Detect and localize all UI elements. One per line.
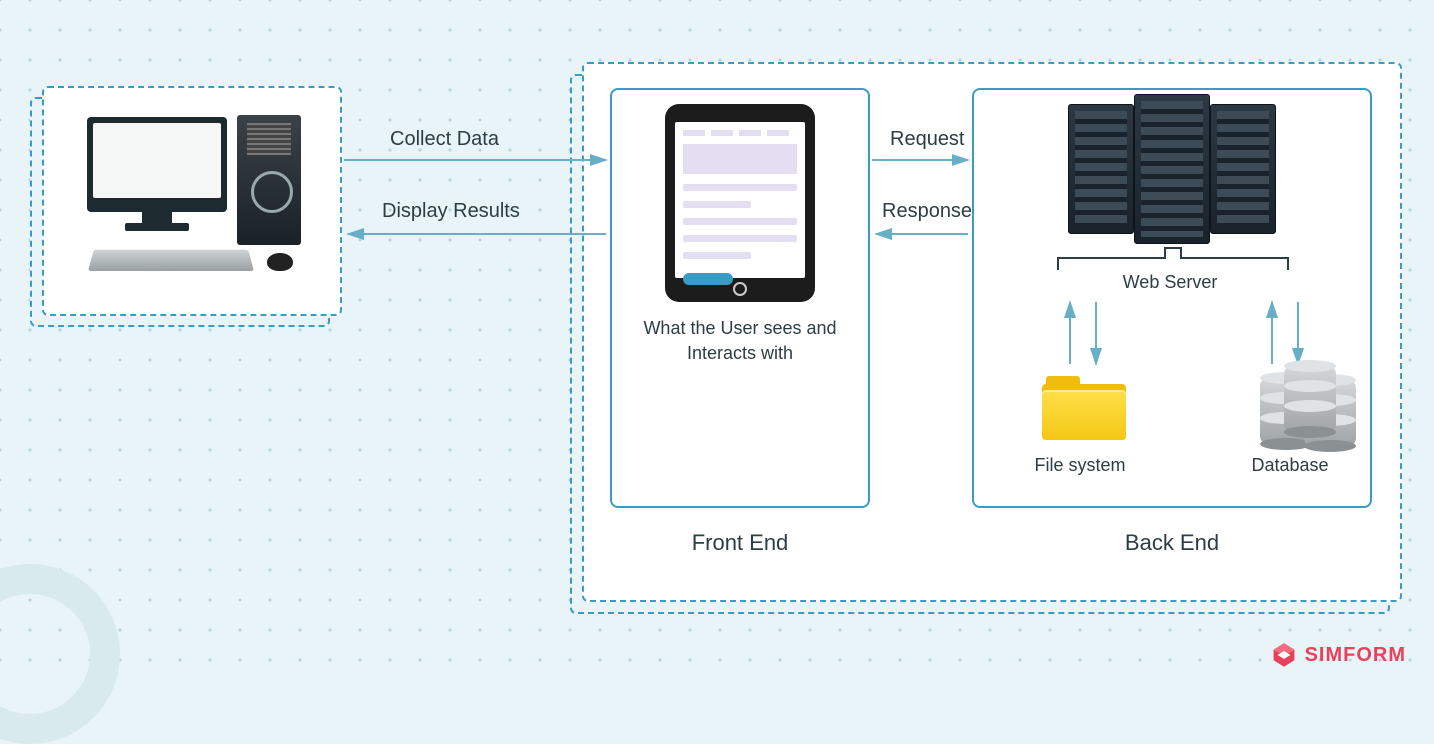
frontend-caption: What the User sees and Interacts with [612, 316, 868, 366]
database-icon [1260, 366, 1336, 446]
display-results-label: Display Results [382, 200, 520, 223]
frontend-title: Front End [610, 530, 870, 556]
webserver-label: Web Server [1080, 272, 1260, 293]
server-rack-icon [1068, 104, 1276, 244]
client-box [42, 86, 342, 316]
desktop-computer-icon [67, 111, 317, 291]
frontend-box: What the User sees and Interacts with [610, 88, 870, 508]
brand-logo: SIMFORM [1271, 642, 1406, 668]
database-label: Database [1230, 455, 1350, 476]
simform-logo-icon [1271, 642, 1297, 668]
tablet-ui-icon [665, 104, 815, 302]
diagram-stage: What the User sees and Interacts with Fr… [0, 0, 1434, 684]
request-label: Request [890, 128, 965, 151]
collect-data-label: Collect Data [390, 128, 499, 151]
folder-icon [1042, 376, 1126, 440]
backend-title: Back End [972, 530, 1372, 556]
brand-name: SIMFORM [1305, 644, 1406, 667]
response-label: Response [882, 200, 972, 223]
filesystem-label: File system [1010, 455, 1150, 476]
